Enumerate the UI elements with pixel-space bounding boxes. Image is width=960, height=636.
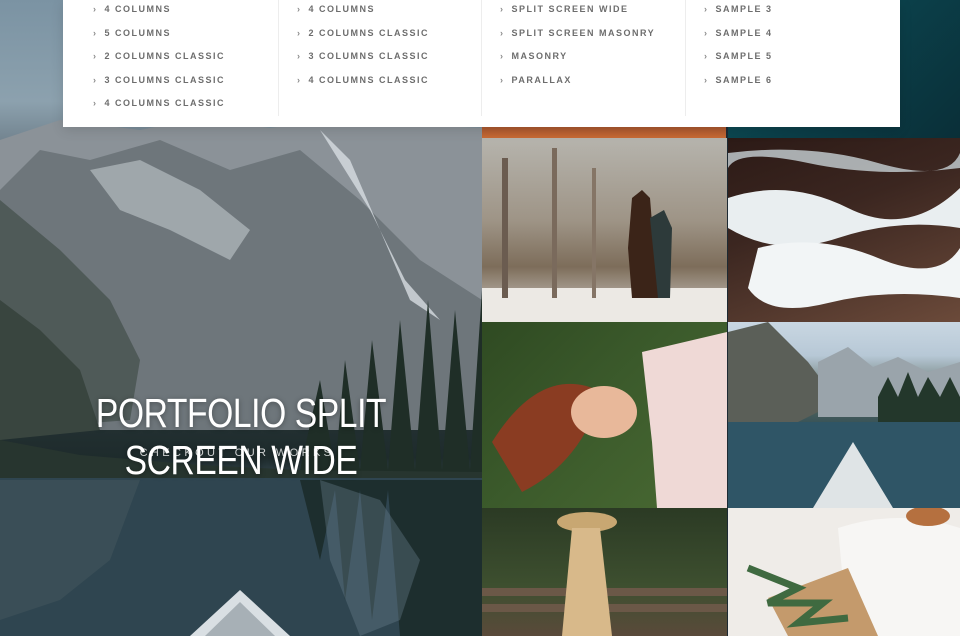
mega-menu-dropdown: › 4 COLUMNS › 5 COLUMNS › 2 COLUMNS CLASSIC…: [63, 0, 900, 127]
chevron-right-icon: ›: [500, 4, 505, 14]
menu-item[interactable]: › 3 COLUMNS CLASSIC: [297, 51, 429, 61]
menu-column-3: › SPLIT SCREEN WIDE › SPLIT SCREEN MASONRY…: [481, 0, 685, 116]
hero-subtitle[interactable]: CHECKOUT OUR WORKS: [0, 447, 474, 459]
chevron-right-icon: ›: [297, 28, 302, 38]
menu-column-1: › 4 COLUMNS › 5 COLUMNS › 2 COLUMNS CLASSIC…: [63, 0, 278, 116]
menu-item[interactable]: › MASONRY: [500, 51, 568, 61]
chevron-right-icon: ›: [704, 75, 709, 85]
lake2-scene: [728, 322, 960, 508]
portfolio-tile-mountain-lake-canoe[interactable]: [728, 322, 960, 508]
menu-item[interactable]: › PARALLAX: [500, 75, 572, 85]
portfolio-tile-woman-grass[interactable]: [482, 322, 727, 508]
menu-item[interactable]: › SAMPLE 5: [704, 51, 773, 61]
bench-scene: [482, 512, 727, 636]
chevron-right-icon: ›: [500, 28, 505, 38]
chevron-right-icon: ›: [297, 75, 302, 85]
chevron-right-icon: ›: [93, 98, 98, 108]
chevron-right-icon: ›: [93, 4, 98, 14]
wave-scene: [728, 149, 960, 308]
menu-item[interactable]: › 2 COLUMNS CLASSIC: [93, 51, 225, 61]
menu-item[interactable]: › SAMPLE 3: [704, 4, 773, 14]
menu-column-4: › SAMPLE 3 › SAMPLE 4 › SAMPLE 5 › SAMPLE 6: [685, 0, 900, 116]
chevron-right-icon: ›: [500, 51, 505, 61]
menu-item[interactable]: › 4 COLUMNS: [297, 4, 375, 14]
pine-scene: [746, 508, 960, 636]
chevron-right-icon: ›: [93, 28, 98, 38]
menu-item[interactable]: › 4 COLUMNS: [93, 4, 171, 14]
portfolio-tile-pine-bouquet[interactable]: [728, 508, 960, 636]
menu-column-2: › 4 COLUMNS › 2 COLUMNS CLASSIC › 3 COLUMNS…: [278, 0, 481, 116]
menu-item[interactable]: › SAMPLE 4: [704, 28, 773, 38]
menu-item[interactable]: › 4 COLUMNS CLASSIC: [93, 98, 225, 108]
chevron-right-icon: ›: [93, 75, 98, 85]
menu-item[interactable]: › 3 COLUMNS CLASSIC: [93, 75, 225, 85]
menu-item[interactable]: › 4 COLUMNS CLASSIC: [297, 75, 429, 85]
portfolio-tile-ocean-waves[interactable]: [728, 138, 960, 322]
menu-item[interactable]: › SPLIT SCREEN MASONRY: [500, 28, 655, 38]
chevron-right-icon: ›: [704, 28, 709, 38]
chevron-right-icon: ›: [297, 4, 302, 14]
girl-scene: [492, 332, 727, 508]
chevron-right-icon: ›: [704, 4, 709, 14]
menu-item[interactable]: › SAMPLE 6: [704, 75, 773, 85]
portfolio-tile-horse-woman[interactable]: [482, 138, 727, 322]
menu-item[interactable]: › 2 COLUMNS CLASSIC: [297, 28, 429, 38]
chevron-right-icon: ›: [704, 51, 709, 61]
menu-item[interactable]: › 5 COLUMNS: [93, 28, 171, 38]
menu-item[interactable]: › SPLIT SCREEN WIDE: [500, 4, 629, 14]
horse-scene: [482, 148, 727, 322]
chevron-right-icon: ›: [297, 51, 302, 61]
portfolio-tile-woman-bench[interactable]: [482, 508, 727, 636]
hero-title: PORTFOLIO SPLIT SCREEN WIDE: [95, 390, 387, 483]
chevron-right-icon: ›: [500, 75, 505, 85]
chevron-right-icon: ›: [93, 51, 98, 61]
